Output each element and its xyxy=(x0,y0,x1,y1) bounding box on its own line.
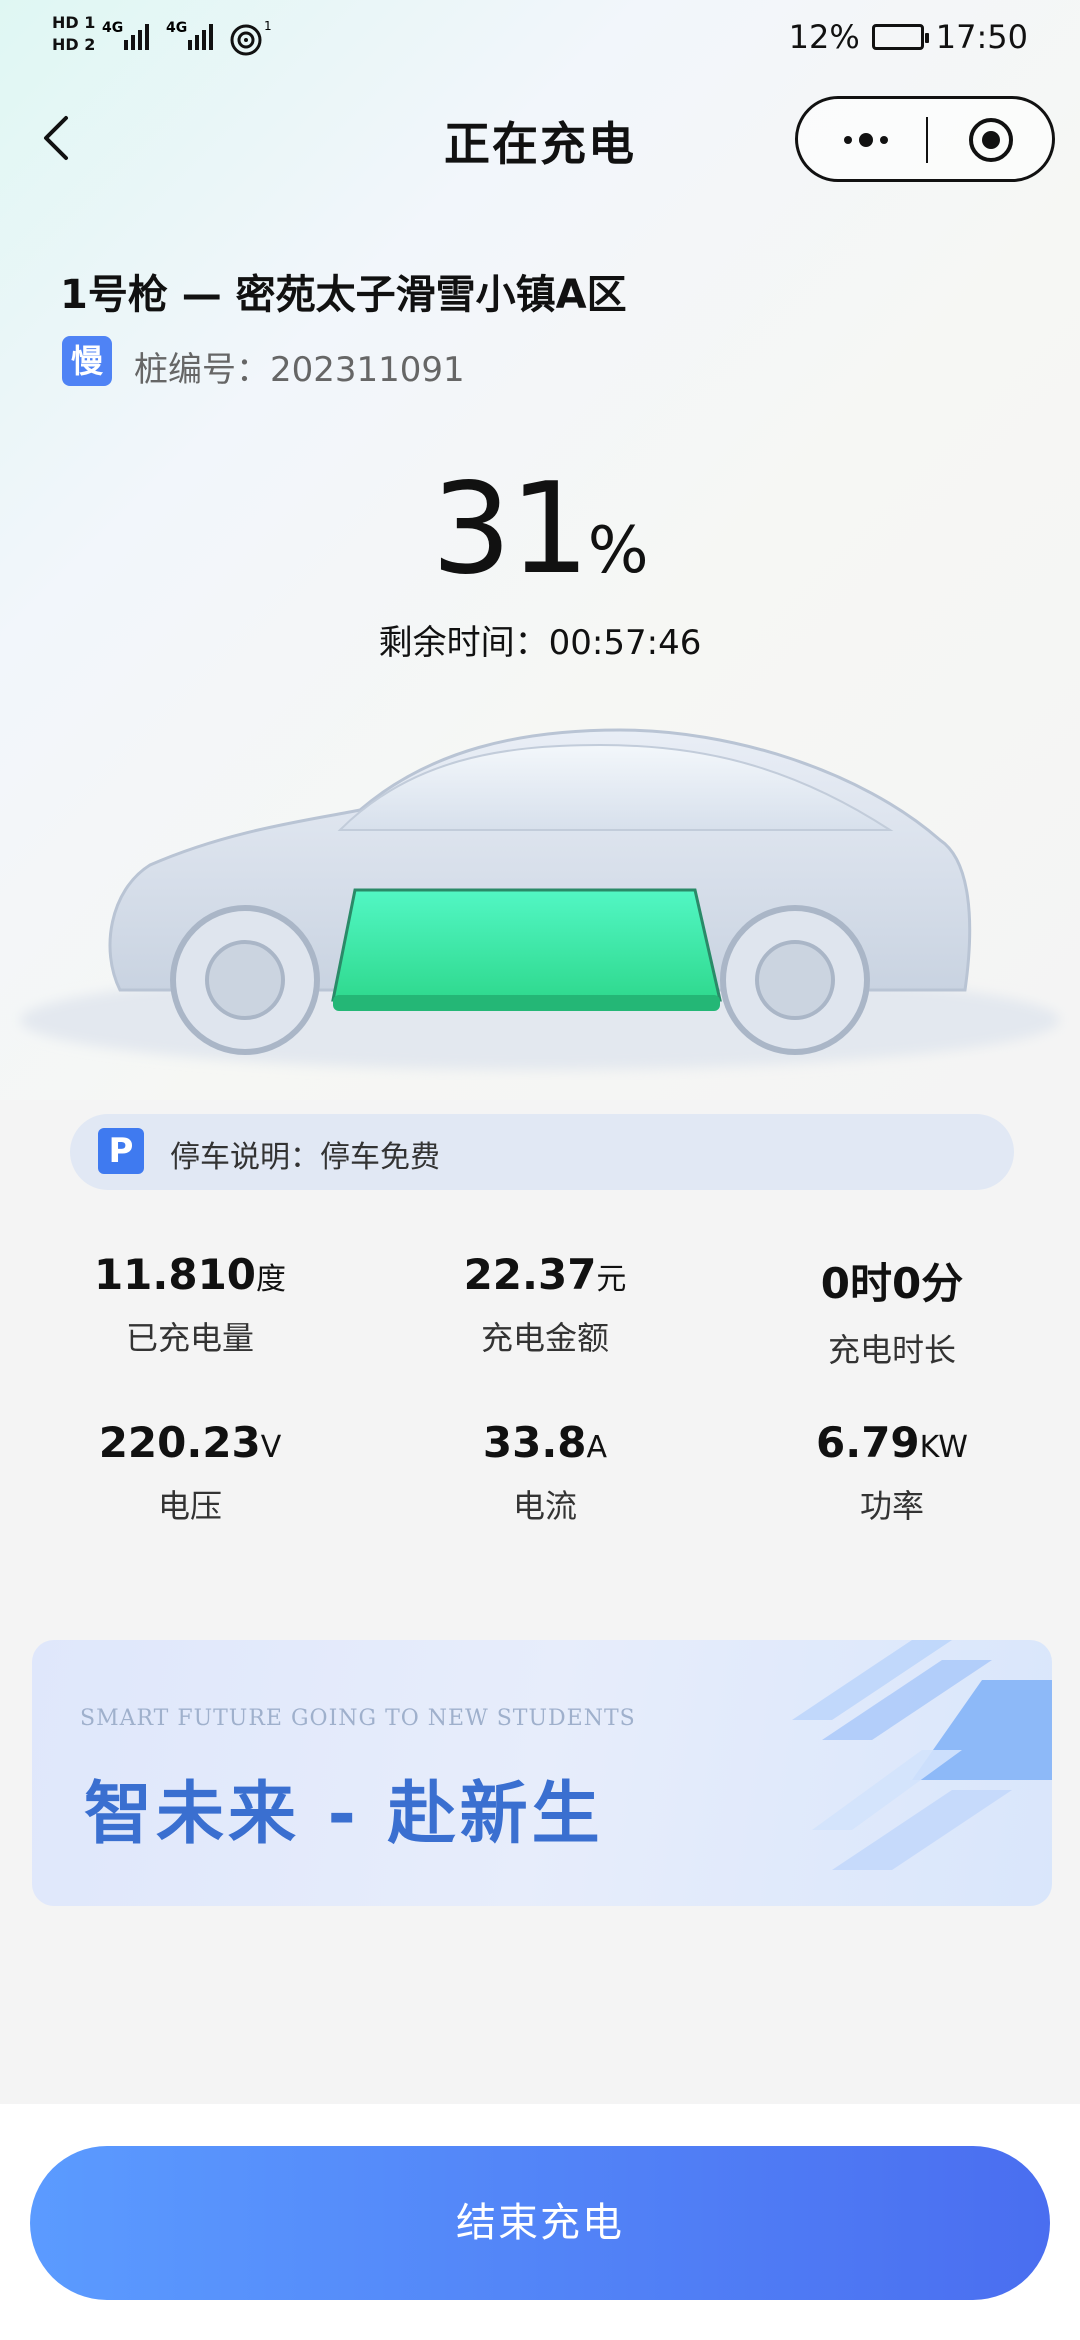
signal-icon: 4G 4G 1 xyxy=(102,19,272,56)
charge-percent-unit: % xyxy=(587,514,649,588)
stat-current: 33.8A 电流 xyxy=(365,1418,725,1527)
stat-unit: 元 xyxy=(596,1262,627,1297)
battery-fill xyxy=(331,888,722,1002)
remaining-time: 剩余时间：00:57:46 xyxy=(378,623,702,663)
bottom-action-panel: 结束充电 xyxy=(0,2104,1080,2340)
battery-base xyxy=(333,995,720,1011)
promo-banner[interactable]: SMART FUTURE GOING TO NEW STUDENTS 智未来 -… xyxy=(32,1640,1052,1906)
charge-percent-value: 31 xyxy=(431,455,589,602)
stat-unit: V xyxy=(260,1430,282,1465)
sim1-label: HD 1 xyxy=(52,13,96,32)
stat-label: 已充电量 xyxy=(125,1319,254,1357)
stat-value: 6.79 xyxy=(816,1418,920,1467)
stat-energy: 11.810度 已充电量 xyxy=(10,1250,370,1359)
stat-unit: KW xyxy=(919,1430,968,1465)
status-bar: HD 1 HD 2 4G 4G 1 12% 17:50 xyxy=(0,0,1080,80)
mini-program-capsule xyxy=(795,96,1055,182)
stat-duration: 0时0分 充电时长 xyxy=(712,1250,1072,1371)
stat-voltage: 220.23V 电压 xyxy=(10,1418,370,1527)
stat-unit: 度 xyxy=(256,1262,287,1297)
end-charging-button[interactable]: 结束充电 xyxy=(30,2146,1050,2300)
nav-bar: 正在充电 xyxy=(0,90,1080,190)
target-circle-icon[interactable] xyxy=(966,115,1016,165)
pile-number: 桩编号：202311091 xyxy=(134,350,465,390)
slow-charge-badge: 慢 xyxy=(62,336,112,386)
battery-percent: 12% xyxy=(788,18,860,56)
charge-percent: 31% xyxy=(0,455,1080,602)
car-windows xyxy=(337,743,894,831)
banner-title: 智未来 - 赴新生 xyxy=(84,1775,604,1854)
stat-value: 0时0分 xyxy=(820,1259,964,1308)
battery-pack xyxy=(331,888,722,1011)
clock: 17:50 xyxy=(935,18,1028,56)
stat-amount: 22.37元 充电金额 xyxy=(365,1250,725,1359)
stat-label: 电压 xyxy=(157,1487,222,1525)
stat-label: 充电时长 xyxy=(827,1331,956,1369)
network1-label: 4G xyxy=(102,20,123,36)
hotspot-count: 1 xyxy=(264,19,272,33)
capsule-divider xyxy=(926,117,928,163)
parking-icon: P xyxy=(98,1128,144,1174)
stat-value: 33.8 xyxy=(482,1418,587,1467)
stat-value: 22.37 xyxy=(463,1250,597,1299)
battery-icon xyxy=(871,24,929,50)
car-illustration xyxy=(20,728,1060,1070)
stat-label: 功率 xyxy=(859,1487,924,1525)
stat-value: 220.23 xyxy=(98,1418,261,1467)
network2-label: 4G xyxy=(166,20,187,36)
stat-label: 电流 xyxy=(512,1487,577,1525)
stat-value: 11.810 xyxy=(93,1250,257,1299)
station-title: 1号枪 — 密苑太子滑雪小镇A区 xyxy=(60,272,627,318)
stat-power: 6.79KW 功率 xyxy=(712,1418,1072,1527)
parking-text: 停车说明：停车免费 xyxy=(170,1140,440,1175)
stat-unit: A xyxy=(586,1430,608,1465)
glass-blocks-decoration xyxy=(792,1640,1052,1870)
stat-label: 充电金额 xyxy=(480,1319,609,1357)
status-right: 12% 17:50 xyxy=(789,18,1028,56)
banner-subtitle: SMART FUTURE GOING TO NEW STUDENTS xyxy=(80,1706,636,1731)
sim-indicators: HD 1 HD 2 xyxy=(52,14,95,54)
more-dots-icon[interactable] xyxy=(836,125,896,155)
parking-info-bar: P 停车说明：停车免费 xyxy=(70,1114,1014,1190)
sim2-label: HD 2 xyxy=(52,35,96,54)
